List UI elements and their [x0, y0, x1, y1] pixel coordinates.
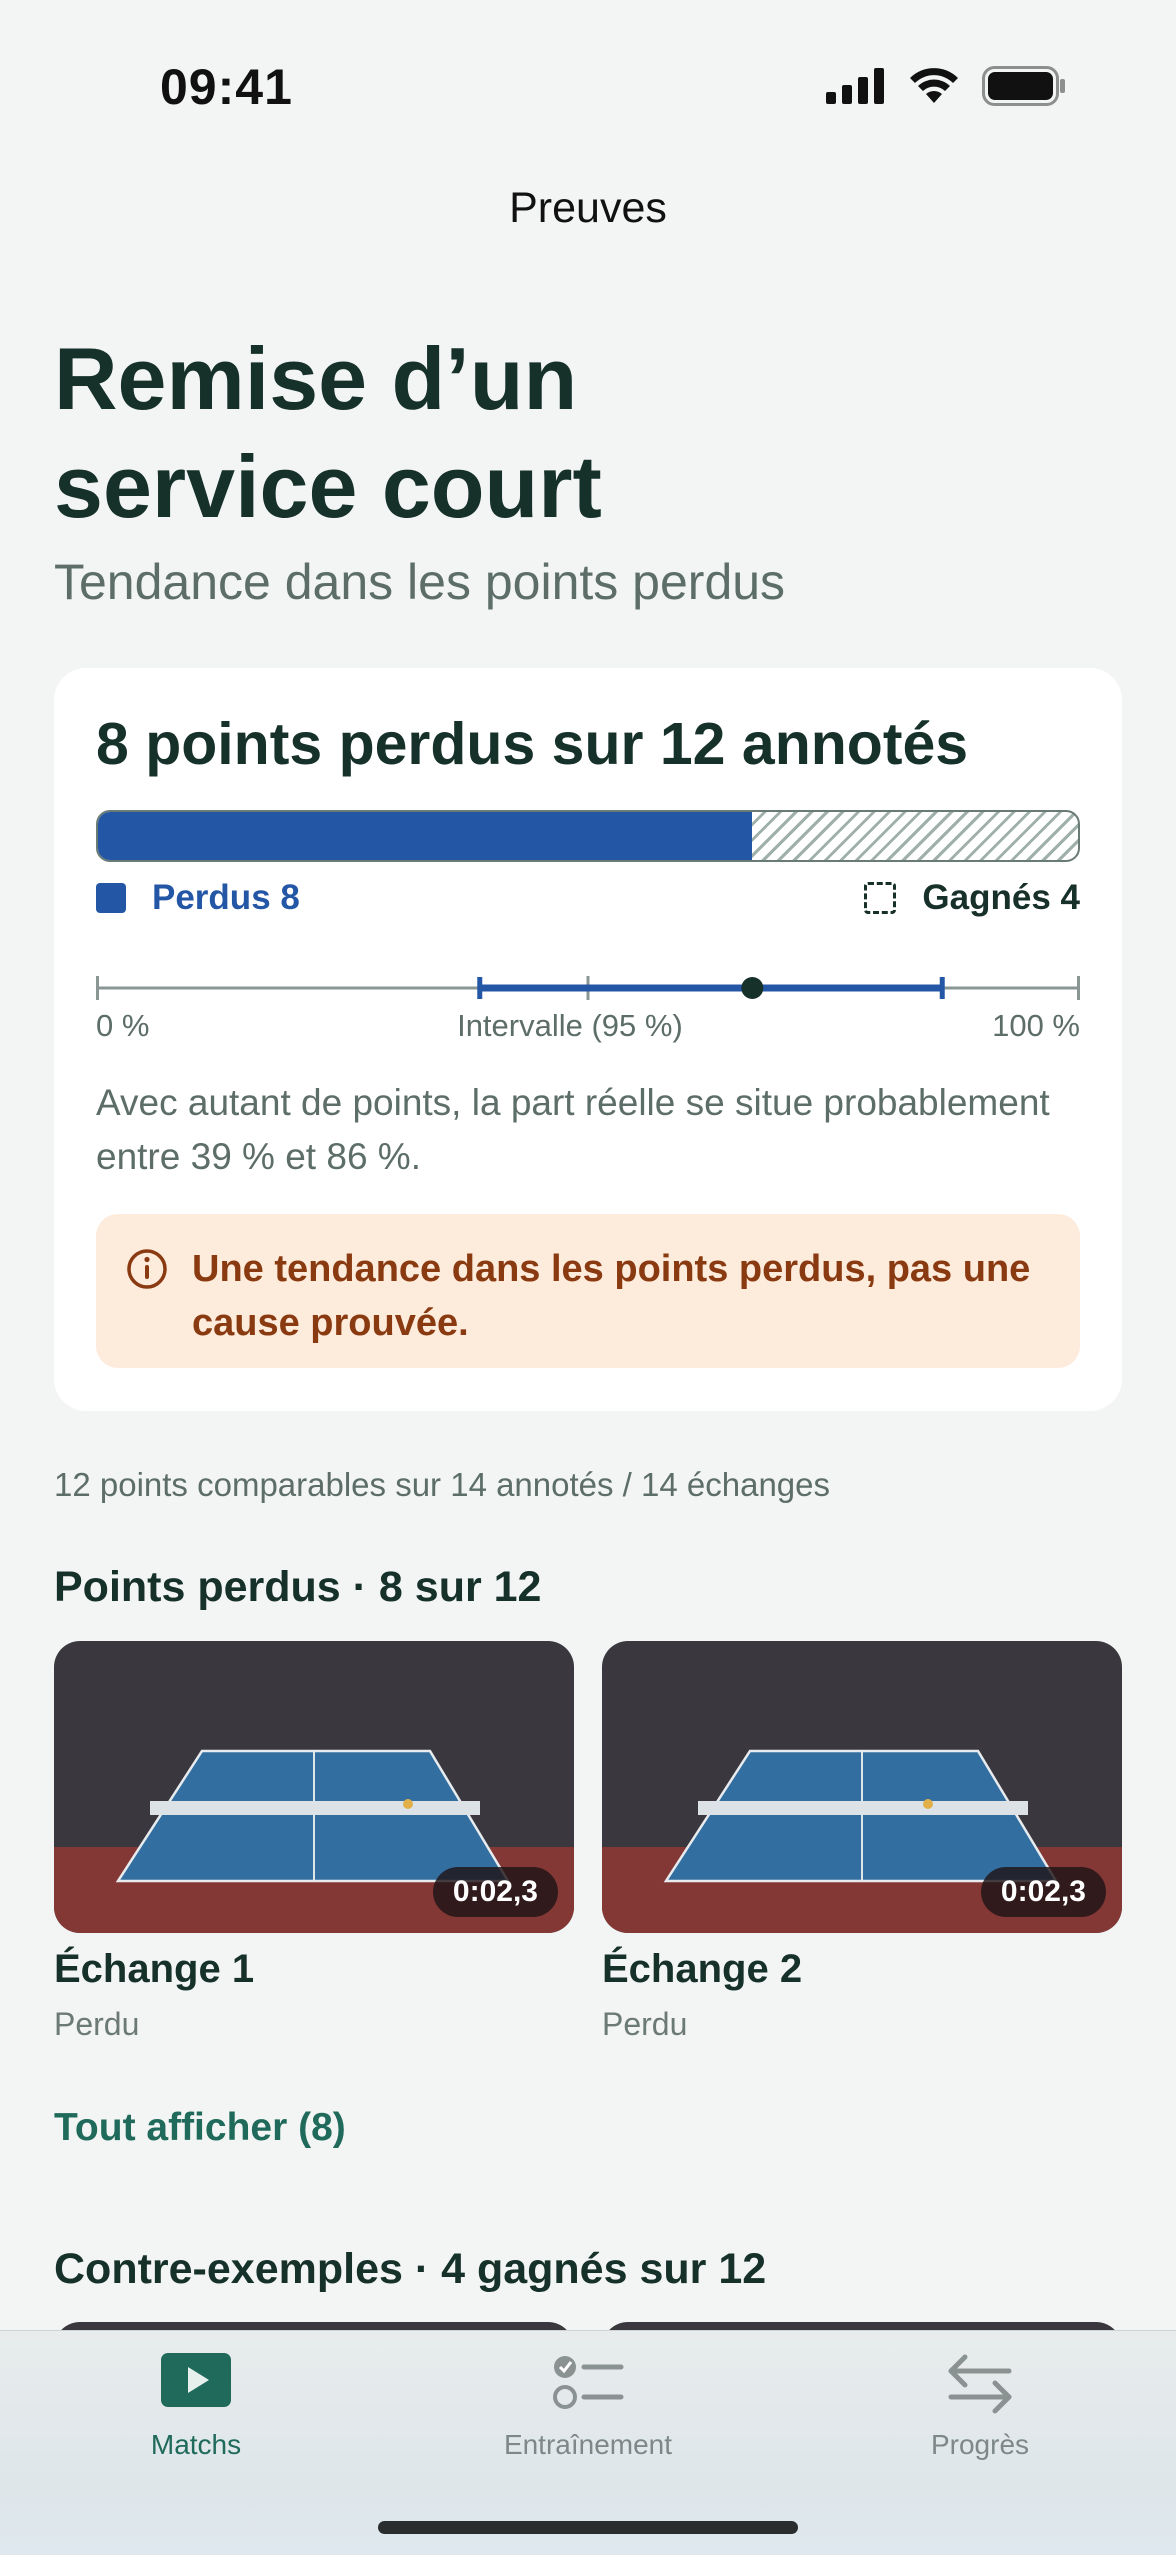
nav-title: Preuves [509, 184, 667, 232]
ci-label-mid: Intervalle (95 %) [457, 1008, 683, 1043]
ci-point-estimate [741, 977, 764, 999]
rally-thumbnail-1[interactable]: 0:02,3 [54, 1641, 574, 1933]
battery-icon [982, 66, 1065, 106]
legend-lost-swatch [96, 883, 126, 913]
card-title: 8 points perdus sur 12 annotés [96, 711, 969, 777]
cellular-signal-icon [826, 68, 884, 104]
rally-status-1: Perdu [54, 2006, 140, 2042]
legend-lost: Perdus 8 [96, 878, 300, 918]
evidence-card: 8 points perdus sur 12 annotés Perdus 8 … [54, 668, 1122, 1411]
legend-won-label: Gagnés 4 [922, 878, 1080, 917]
play-icon [161, 2353, 231, 2407]
tab-label: Matchs [150, 2429, 242, 2460]
wifi-icon [910, 68, 958, 103]
legend-lost-label: Perdus 8 [152, 878, 300, 917]
tab-matchs[interactable]: Matchs [0, 2331, 392, 2491]
legend-won: Gagnés 4 [864, 878, 1080, 918]
duration-badge: 0:02,3 [432, 1867, 558, 1917]
show-all-link[interactable]: Tout afficher (8) [54, 2106, 346, 2150]
sample-meta: 12 points comparables sur 14 annotés / 1… [54, 1466, 831, 1503]
page-title: Remise d’un service court [54, 325, 1054, 541]
legend-won-swatch [864, 882, 897, 914]
page-subtitle: Tendance dans les points perdus [54, 554, 786, 610]
lost-won-bar [96, 810, 1080, 862]
counter-section-title: Contre-exemples · 4 gagnés sur 12 [54, 2245, 767, 2293]
ci-label-min: 0 % [96, 1008, 150, 1043]
ci-explanation: Avec autant de points, la part réelle se… [96, 1082, 1050, 1177]
rally-title-2[interactable]: Échange 2 [602, 1947, 802, 1992]
info-icon [127, 1249, 167, 1289]
ci-label-max: 100 % [992, 1008, 1080, 1043]
rally-title-1[interactable]: Échange 1 [54, 1947, 254, 1992]
ci-labels: 0 % Intervalle (95 %) 100 % [96, 1008, 1080, 1048]
duration-badge: 0:02,3 [980, 1867, 1106, 1917]
page-title-line1: Remise d’un [54, 329, 578, 428]
checklist-icon [553, 2356, 624, 2409]
caution-note: Une tendance dans les points perdus, pas… [96, 1214, 1080, 1368]
arrows-swap-icon [948, 2354, 1012, 2414]
tab-entrainement[interactable]: Entraînement [392, 2331, 784, 2491]
tab-progres[interactable]: Progrès [784, 2331, 1176, 2491]
page-title-line2: service court [54, 437, 602, 536]
tab-label: Entraînement [503, 2429, 673, 2460]
lost-section-title: Points perdus · 8 sur 12 [54, 1563, 542, 1611]
rally-status-2: Perdu [602, 2006, 688, 2042]
status-bar: 09:41 [0, 0, 1176, 170]
tab-label: Progrès [930, 2429, 1030, 2460]
status-icons [826, 66, 1066, 106]
status-time: 09:41 [160, 59, 293, 115]
caution-note-text: Une tendance dans les points perdus, pas… [192, 1248, 1031, 1344]
home-indicator [378, 2521, 798, 2534]
lost-bar-fill [98, 812, 752, 860]
rally-thumbnail-2[interactable]: 0:02,3 [602, 1641, 1122, 1933]
